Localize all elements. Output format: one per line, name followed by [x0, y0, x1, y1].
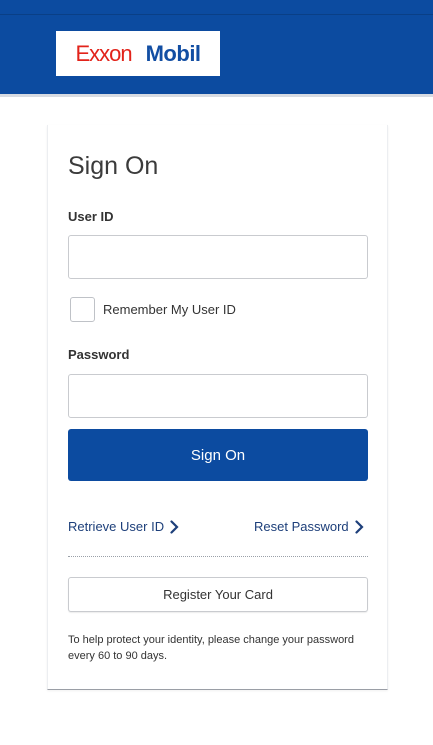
password-input[interactable] — [68, 374, 368, 418]
site-header: Exxon Mobil — [0, 0, 433, 94]
retrieve-user-id-label[interactable]: Retrieve User ID — [68, 519, 164, 534]
user-id-label: User ID — [68, 209, 114, 224]
header-topline — [0, 14, 433, 15]
chevron-right-icon — [170, 519, 179, 534]
password-note: To help protect your identity, please ch… — [68, 634, 354, 662]
exxonmobil-logo: Exxon Mobil — [56, 31, 220, 76]
reset-password-label[interactable]: Reset Password — [254, 519, 349, 534]
remember-user-id-checkbox[interactable] — [70, 297, 95, 322]
header-shadow — [0, 94, 433, 97]
user-id-input[interactable] — [68, 235, 368, 279]
remember-user-id-label[interactable]: Remember My User ID — [103, 302, 236, 317]
logo-mobil: Mobil — [145, 40, 201, 66]
page-title: Sign On — [68, 152, 159, 180]
register-card-button[interactable]: Register Your Card — [68, 577, 368, 612]
reset-password-link[interactable]: Reset Password — [254, 519, 364, 534]
logo-exxon: Exxon — [75, 40, 132, 66]
sign-on-button[interactable]: Sign On — [68, 429, 368, 481]
sign-on-card: Sign On User ID Remember My User ID Pass… — [47, 125, 388, 690]
password-label: Password — [68, 347, 130, 362]
links-divider — [68, 556, 368, 557]
retrieve-user-id-link[interactable]: Retrieve User ID — [68, 519, 179, 534]
chevron-right-icon — [355, 519, 364, 534]
